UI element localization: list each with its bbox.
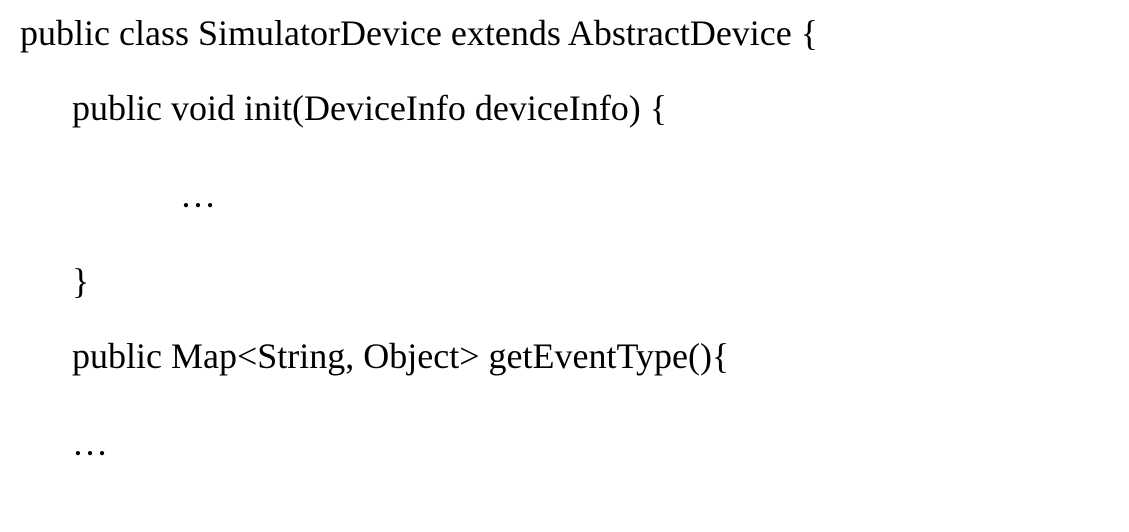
code-line-method-init: public void init(DeviceInfo deviceInfo) …: [20, 85, 1109, 132]
code-line-method-geteventtype: public Map<String, Object> getEventType(…: [20, 333, 1109, 380]
code-line-class-decl: public class SimulatorDevice extends Abs…: [20, 10, 1109, 57]
code-block: public class SimulatorDevice extends Abs…: [0, 0, 1129, 477]
code-line-close-brace: }: [20, 258, 1109, 305]
code-line-ellipsis-2: …: [20, 420, 1109, 467]
code-line-ellipsis-1: …: [20, 172, 1109, 219]
